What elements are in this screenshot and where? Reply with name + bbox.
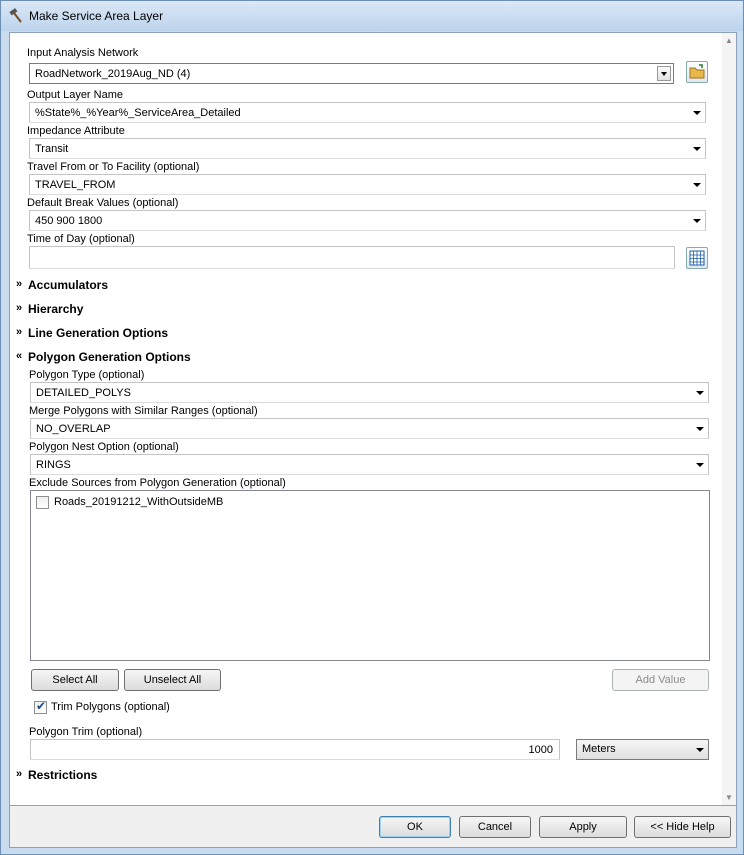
list-item[interactable]: Roads_20191212_WithOutsideMB [36, 495, 336, 511]
exclude-sources-list[interactable]: Roads_20191212_WithOutsideMB [30, 490, 710, 661]
add-value-button[interactable]: Add Value [612, 669, 709, 691]
section-accumulators[interactable]: Accumulators [28, 278, 108, 292]
travel-from-to-select[interactable]: TRAVEL_FROM [29, 174, 706, 195]
scroll-up-icon[interactable]: ▲ [725, 36, 733, 45]
calendar-grid-icon [689, 250, 705, 266]
break-values-value: 450 900 1800 [35, 215, 103, 227]
title-bar[interactable]: Make Service Area Layer [1, 1, 743, 31]
break-values-label: Default Break Values (optional) [27, 197, 179, 209]
chevron-down-icon [696, 391, 704, 395]
open-folder-icon [689, 64, 705, 79]
section-line-generation[interactable]: Line Generation Options [28, 326, 168, 340]
nest-option-label: Polygon Nest Option (optional) [29, 441, 179, 453]
time-of-day-input[interactable] [29, 246, 675, 269]
vertical-scrollbar[interactable]: ▲ ▼ [722, 33, 736, 805]
merge-polygons-select[interactable]: NO_OVERLAP [30, 418, 709, 439]
merge-polygons-label: Merge Polygons with Similar Ranges (opti… [29, 405, 258, 417]
polygon-trim-input[interactable]: 1000 [30, 739, 560, 760]
unselect-all-button[interactable]: Unselect All [124, 669, 221, 691]
network-value: RoadNetwork_2019Aug_ND (4) [35, 68, 191, 80]
polygon-type-select[interactable]: DETAILED_POLYS [30, 382, 709, 403]
exclude-source-checkbox[interactable] [36, 496, 49, 509]
chevron-down-icon [693, 219, 701, 223]
apply-button[interactable]: Apply [539, 816, 627, 838]
impedance-select[interactable]: Transit [29, 138, 706, 159]
time-picker-button[interactable] [686, 247, 708, 269]
travel-from-to-value: TRAVEL_FROM [35, 179, 116, 191]
collapse-chevron-icon[interactable]: « [16, 350, 22, 362]
window-title: Make Service Area Layer [29, 9, 164, 23]
exclude-source-label: Roads_20191212_WithOutsideMB [54, 496, 224, 508]
output-layer-label: Output Layer Name [27, 89, 123, 101]
nest-option-value: RINGS [36, 459, 71, 471]
output-layer-select[interactable]: %State%_%Year%_ServiceArea_Detailed [29, 102, 706, 123]
polygon-type-label: Polygon Type (optional) [29, 369, 145, 381]
network-label: Input Analysis Network [27, 47, 139, 59]
chevron-down-icon [696, 427, 704, 431]
ok-button[interactable]: OK [379, 816, 451, 838]
polygon-trim-label: Polygon Trim (optional) [29, 726, 143, 738]
polygon-trim-value: 1000 [528, 744, 553, 756]
exclude-sources-label: Exclude Sources from Polygon Generation … [29, 477, 286, 489]
merge-polygons-value: NO_OVERLAP [36, 423, 111, 435]
trim-polygons-label: Trim Polygons (optional) [51, 701, 170, 713]
impedance-label: Impedance Attribute [27, 125, 125, 137]
scroll-down-icon[interactable]: ▼ [725, 793, 733, 802]
chevron-down-icon [693, 183, 701, 187]
network-combobox[interactable]: RoadNetwork_2019Aug_ND (4) [29, 63, 674, 84]
output-layer-value: %State%_%Year%_ServiceArea_Detailed [35, 107, 241, 119]
select-all-button[interactable]: Select All [31, 669, 119, 691]
hide-help-button[interactable]: << Hide Help [634, 816, 731, 838]
expand-chevron-icon[interactable]: » [16, 302, 22, 314]
trim-units-select[interactable]: Meters [576, 739, 709, 760]
parameters-panel: Input Analysis Network RoadNetwork_2019A… [9, 32, 737, 806]
hammer-icon [8, 8, 24, 24]
section-polygon-generation[interactable]: Polygon Generation Options [28, 350, 191, 364]
travel-from-to-label: Travel From or To Facility (optional) [27, 161, 200, 173]
expand-chevron-icon[interactable]: » [16, 278, 22, 290]
expand-chevron-icon[interactable]: » [16, 768, 22, 780]
chevron-down-icon [693, 111, 701, 115]
expand-chevron-icon[interactable]: » [16, 326, 22, 338]
make-service-area-layer-dialog: Make Service Area Layer Input Analysis N… [0, 0, 744, 855]
trim-polygons-checkbox[interactable]: ✔ [34, 699, 47, 714]
browse-network-button[interactable] [686, 61, 708, 83]
nest-option-select[interactable]: RINGS [30, 454, 709, 475]
time-of-day-label: Time of Day (optional) [27, 233, 135, 245]
chevron-down-icon [696, 463, 704, 467]
chevron-down-icon[interactable] [657, 66, 671, 81]
polygon-type-value: DETAILED_POLYS [36, 387, 131, 399]
dialog-footer: OK Cancel Apply << Hide Help [9, 806, 737, 848]
break-values-select[interactable]: 450 900 1800 [29, 210, 706, 231]
cancel-button[interactable]: Cancel [459, 816, 531, 838]
section-hierarchy[interactable]: Hierarchy [28, 302, 83, 316]
checkmark-icon: ✔ [36, 699, 47, 713]
trim-polygons-checkbox-row[interactable]: ✔ Trim Polygons (optional) [34, 699, 234, 716]
chevron-down-icon [693, 147, 701, 151]
chevron-down-icon [696, 748, 704, 752]
impedance-value: Transit [35, 143, 69, 155]
section-restrictions[interactable]: Restrictions [28, 768, 97, 782]
trim-units-value: Meters [582, 743, 616, 755]
